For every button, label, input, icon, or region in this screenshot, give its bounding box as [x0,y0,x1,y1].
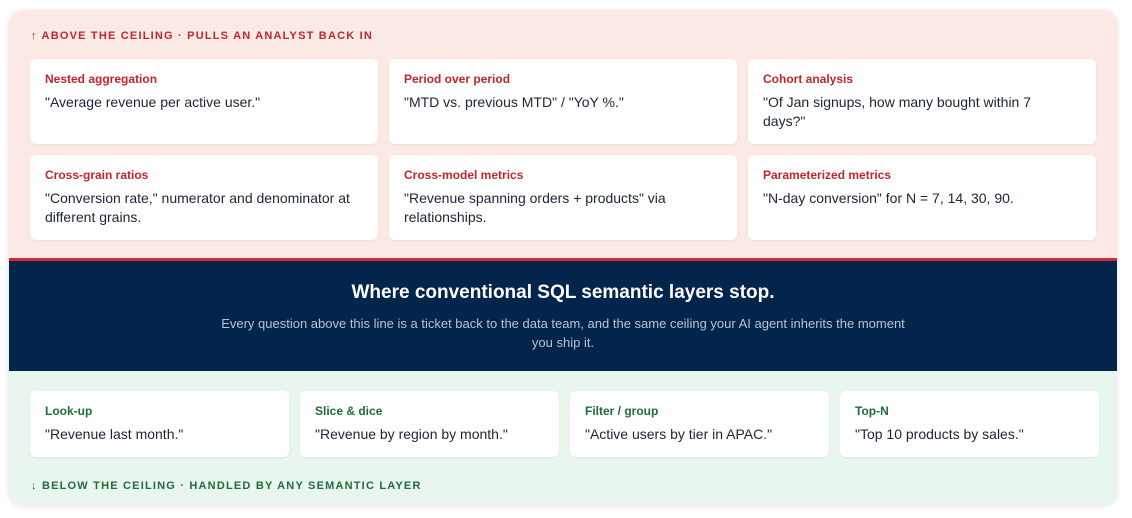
card-nested-aggregation: Nested aggregation "Average revenue per … [30,59,378,144]
card-top-n: Top-N "Top 10 products by sales." [840,391,1099,457]
card-title: Parameterized metrics [763,168,892,182]
above-ceiling-heading: ↑ ABOVE THE CEILING · PULLS AN ANALYST B… [31,30,374,42]
card-text: "Revenue by region by month." [315,426,508,442]
ceiling-band: Where conventional SQL semantic layers s… [9,261,1117,371]
card-title: Slice & dice [315,404,383,418]
card-text: "Active users by tier in APAC." [585,426,773,442]
card-text: "Of Jan signups, how many bought within … [763,94,1032,129]
card-look-up: Look-up "Revenue last month." [30,391,289,457]
card-text: "N-day conversion" for N = 7, 14, 30, 90… [763,190,1014,206]
ceiling-band-title: Where conventional SQL semantic layers s… [351,282,775,303]
card-parameterized-metrics: Parameterized metrics "N-day conversion"… [748,155,1096,240]
below-ceiling-cards: Look-up "Revenue last month." Slice & di… [30,391,1099,457]
card-title: Period over period [404,72,511,86]
card-text: "MTD vs. previous MTD" / "YoY %." [404,94,624,110]
card-text: "Revenue spanning orders + products" via… [404,190,666,225]
above-ceiling-cards: Nested aggregation "Average revenue per … [30,59,1096,240]
card-cohort-analysis: Cohort analysis "Of Jan signups, how man… [748,59,1096,144]
card-text: "Top 10 products by sales." [855,426,1024,442]
card-filter-group: Filter / group "Active users by tier in … [570,391,829,457]
card-title: Filter / group [585,404,659,418]
card-cross-model-metrics: Cross-model metrics "Revenue spanning or… [389,155,737,240]
ceiling-band-subtitle: Every question above this line is a tick… [221,316,905,350]
card-text: "Average revenue per active user." [45,94,261,110]
card-title: Nested aggregation [45,72,158,86]
card-title: Top-N [855,404,889,418]
card-period-over-period: Period over period "MTD vs. previous MTD… [389,59,737,144]
card-text: "Conversion rate," numerator and denomin… [45,190,350,225]
below-ceiling-heading: ↓ BELOW THE CEILING · HANDLED BY ANY SEM… [31,480,422,492]
card-title: Cohort analysis [763,72,854,86]
card-title: Cross-grain ratios [45,168,149,182]
above-ceiling-section: ↑ ABOVE THE CEILING · PULLS AN ANALYST B… [9,10,1117,258]
card-title: Look-up [45,404,93,418]
card-cross-grain-ratios: Cross-grain ratios "Conversion rate," nu… [30,155,378,240]
ceiling-diagram: ↑ ABOVE THE CEILING · PULLS AN ANALYST B… [9,10,1117,505]
below-ceiling-section: Look-up "Revenue last month." Slice & di… [9,371,1117,505]
card-title: Cross-model metrics [404,168,524,182]
card-text: "Revenue last month." [45,426,184,442]
card-slice-and-dice: Slice & dice "Revenue by region by month… [300,391,559,457]
